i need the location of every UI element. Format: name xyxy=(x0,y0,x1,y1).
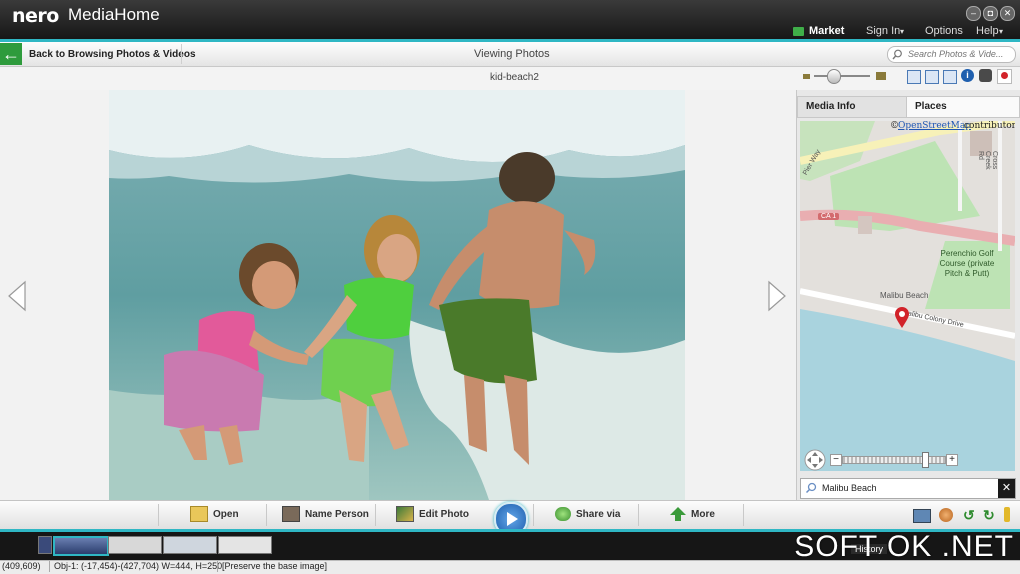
restore-icon[interactable]: ◘ xyxy=(983,6,998,21)
edit-photo-icon xyxy=(396,506,414,523)
photo-filename: kid-beach2 xyxy=(490,72,539,83)
toolbar-divider xyxy=(638,504,639,526)
title-bar: nero MediaHome Market Sign In ▾ Options … xyxy=(0,0,1020,42)
display-icon[interactable] xyxy=(913,509,931,523)
status-divider xyxy=(217,561,218,572)
back-arrow-icon[interactable]: ← xyxy=(0,43,22,65)
map-zoom-thumb[interactable] xyxy=(922,452,929,468)
toolbar-divider xyxy=(375,504,376,526)
map-pan-icon[interactable] xyxy=(804,449,826,471)
app-name: MediaHome xyxy=(68,5,160,24)
edit-photo-button[interactable]: Edit Photo xyxy=(396,503,469,527)
single-view-icon[interactable] xyxy=(907,70,921,84)
name-person-button[interactable]: Name Person xyxy=(282,503,369,527)
sign-in-chevron-down-icon[interactable]: ▾ xyxy=(900,27,904,36)
zoom-out-icon[interactable] xyxy=(803,74,810,79)
toolbar-divider xyxy=(158,504,159,526)
toolbar-divider xyxy=(533,504,534,526)
search-box[interactable] xyxy=(887,46,1016,63)
toolbar-divider xyxy=(743,504,744,526)
tab-places[interactable]: Places xyxy=(906,96,1020,118)
map-label-cross-creek: Cross Creek Rd xyxy=(977,151,998,170)
status-object: Obj-1: (-17,454)-(427,704) W=444, H=250 xyxy=(54,561,223,571)
share-via-button[interactable]: Share via xyxy=(555,503,620,527)
status-mode: [Preserve the base image] xyxy=(222,561,328,571)
map-attribution-suffix: contributors xyxy=(964,121,1015,131)
map-view[interactable]: © OpenStreetMap contributors Pier Way Cr… xyxy=(800,121,1015,471)
search-input[interactable] xyxy=(906,48,1010,60)
filmstrip-thumbnail[interactable] xyxy=(108,536,162,554)
zoom-in-icon[interactable] xyxy=(876,72,886,80)
view-title: Viewing Photos xyxy=(474,48,550,60)
people-icon[interactable] xyxy=(979,69,992,82)
person-icon xyxy=(282,506,300,523)
beach-photo xyxy=(109,90,685,500)
filmstrip-thumbnail[interactable] xyxy=(163,536,217,554)
filmstrip-thumbnail[interactable] xyxy=(38,536,52,554)
status-divider xyxy=(49,561,50,572)
market-menu[interactable]: Market xyxy=(809,25,844,37)
tab-media-info[interactable]: Media Info xyxy=(797,96,907,118)
map-zoom-in-button[interactable]: + xyxy=(946,454,958,466)
filmstrip-thumbnail-selected[interactable] xyxy=(53,536,109,556)
minimize-icon[interactable]: – xyxy=(966,6,981,21)
back-to-browsing-button[interactable]: Back to Browsing Photos & Videos xyxy=(29,49,196,60)
map-label-ca1: CA 1 xyxy=(818,213,840,220)
map-zoom-track[interactable] xyxy=(842,456,946,464)
map-label-malibu-beach: Malibu Beach xyxy=(880,291,929,300)
market-icon[interactable] xyxy=(793,27,804,36)
status-cursor: (409,609) xyxy=(2,561,41,571)
previous-photo-arrow-icon[interactable] xyxy=(6,280,28,312)
filmstrip-thumbnail[interactable] xyxy=(218,536,272,554)
watermark-text: SOFT OK .NET xyxy=(794,530,1014,563)
map-label-golf-course: Perenchio Golf Course (private Pitch & P… xyxy=(939,249,995,278)
more-up-arrow-icon xyxy=(670,507,686,522)
info-icon[interactable]: i xyxy=(961,69,974,82)
map-attribution-link[interactable]: OpenStreetMap xyxy=(898,121,971,131)
open-button[interactable]: Open xyxy=(190,503,239,527)
nero-logo: nero xyxy=(12,5,59,27)
sign-in-menu[interactable]: Sign In xyxy=(866,25,900,37)
map-pin-icon[interactable] xyxy=(894,307,910,329)
place-search-box[interactable]: Malibu Beach ✕ xyxy=(800,478,1016,499)
zoom-slider-track[interactable] xyxy=(814,75,870,77)
grid-view-icon[interactable] xyxy=(925,70,939,84)
place-search-value[interactable]: Malibu Beach xyxy=(822,483,877,493)
search-icon xyxy=(892,49,902,60)
help-menu[interactable]: Help xyxy=(976,25,999,37)
help-chevron-down-icon[interactable]: ▾ xyxy=(999,27,1003,36)
more-button[interactable]: More xyxy=(670,503,715,527)
zoom-slider-thumb[interactable] xyxy=(827,69,841,84)
rotate-left-icon[interactable]: ↺ xyxy=(963,507,975,524)
favorite-icon[interactable] xyxy=(1004,507,1010,522)
tools-icon[interactable] xyxy=(939,508,953,522)
share-globe-icon xyxy=(555,507,571,522)
fit-view-icon[interactable] xyxy=(943,70,957,84)
map-zoom-out-button[interactable]: − xyxy=(830,454,842,466)
nav-divider xyxy=(181,44,182,64)
place-clear-icon[interactable]: ✕ xyxy=(998,479,1015,498)
open-folder-icon xyxy=(190,506,208,523)
next-photo-arrow-icon[interactable] xyxy=(766,280,788,312)
options-menu[interactable]: Options xyxy=(925,25,963,37)
rotate-right-icon[interactable]: ↻ xyxy=(983,507,995,524)
place-search-icon xyxy=(805,482,817,494)
location-pin-icon[interactable] xyxy=(997,69,1012,84)
close-icon[interactable]: ✕ xyxy=(1000,6,1015,21)
toolbar-divider xyxy=(266,504,267,526)
